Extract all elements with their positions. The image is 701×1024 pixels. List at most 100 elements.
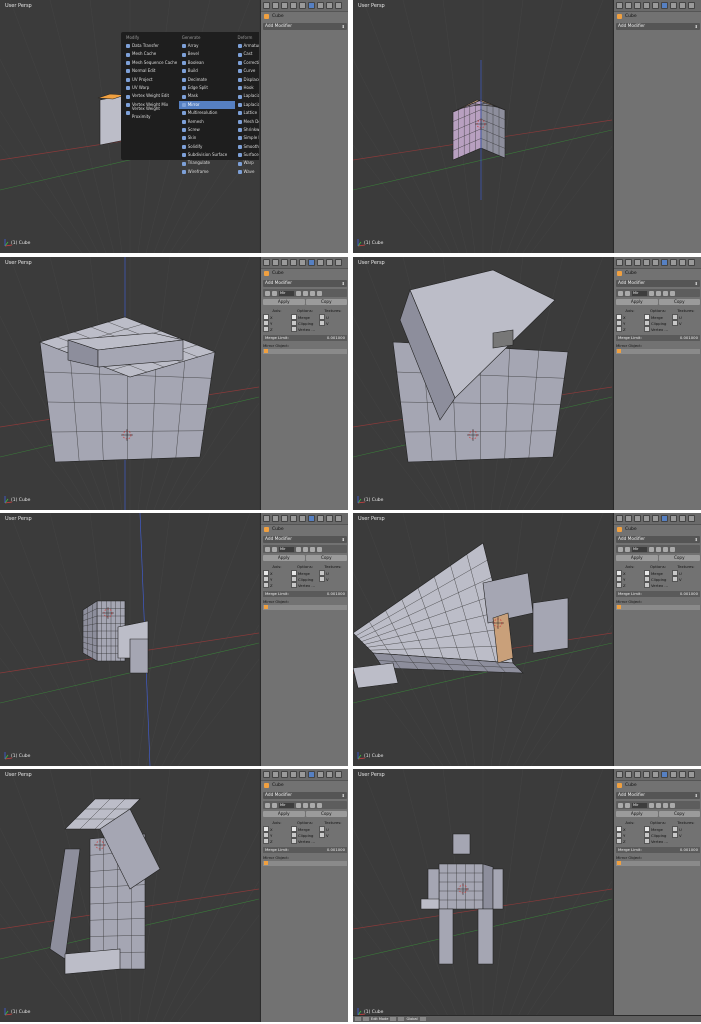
scene-tab-icon[interactable] — [272, 515, 279, 522]
material-tab-icon[interactable] — [326, 2, 333, 9]
copy-button[interactable]: Copy — [305, 555, 347, 561]
editmode-toggle-icon[interactable] — [310, 546, 315, 552]
modifier-name-field[interactable]: Mir — [279, 802, 294, 808]
menu-item[interactable]: Solidify — [179, 143, 235, 151]
mirror-object-field[interactable] — [263, 605, 347, 610]
viewport-scene[interactable] — [0, 769, 259, 1022]
scene-tab-icon[interactable] — [625, 771, 632, 778]
material-tab-icon[interactable] — [326, 771, 333, 778]
apply-button[interactable]: Apply — [263, 555, 305, 561]
add-modifier-dropdown[interactable]: Add Modifier — [616, 792, 700, 799]
render-toggle-icon[interactable] — [649, 546, 654, 552]
3d-viewport[interactable]: User Persp (1) Cube — [0, 257, 259, 510]
viewport-toggle-icon[interactable] — [303, 546, 308, 552]
menu-item[interactable]: Wireframe — [179, 168, 235, 176]
viewport-toggle-icon[interactable] — [656, 290, 661, 296]
3d-viewport[interactable]: User Persp (1) Cube — [353, 0, 612, 253]
add-modifier-dropdown[interactable]: Add Modifier — [616, 280, 700, 287]
vertex-groups-checkbox[interactable] — [644, 582, 650, 588]
editmode-toggle-icon[interactable] — [663, 290, 668, 296]
data-tab-icon[interactable] — [317, 515, 324, 522]
expand-icon[interactable] — [265, 546, 270, 552]
material-tab-icon[interactable] — [326, 259, 333, 266]
menu-item[interactable]: Subdivision Surface — [179, 151, 235, 159]
copy-button[interactable]: Copy — [305, 299, 347, 305]
world-tab-icon[interactable] — [634, 259, 641, 266]
menu-item[interactable]: Triangulate — [179, 159, 235, 167]
viewport-scene[interactable] — [353, 257, 612, 510]
copy-button[interactable]: Copy — [658, 299, 700, 305]
expand-icon[interactable] — [265, 802, 270, 808]
menu-item[interactable]: Surface Deform — [235, 151, 259, 159]
object-tab-icon[interactable] — [290, 515, 297, 522]
texture-tab-icon[interactable] — [688, 2, 695, 9]
constraints-tab-icon[interactable] — [652, 2, 659, 9]
axis-z-checkbox[interactable] — [263, 838, 269, 844]
menu-item[interactable]: Mesh Sequence Cache — [123, 59, 179, 67]
menu-item[interactable]: Boolean — [179, 59, 235, 67]
data-tab-icon[interactable] — [670, 2, 677, 9]
world-tab-icon[interactable] — [281, 771, 288, 778]
editmode-toggle-icon[interactable] — [310, 802, 315, 808]
modifier-name-field[interactable]: Mir — [632, 546, 647, 552]
menu-item[interactable]: Laplacian Smooth — [235, 92, 259, 100]
texture-tab-icon[interactable] — [688, 771, 695, 778]
menu-item[interactable]: Curve — [235, 67, 260, 75]
world-tab-icon[interactable] — [634, 771, 641, 778]
world-tab-icon[interactable] — [281, 259, 288, 266]
transform-orientation[interactable]: Global — [406, 1017, 417, 1021]
object-tab-icon[interactable] — [643, 2, 650, 9]
data-tab-icon[interactable] — [317, 2, 324, 9]
constraints-tab-icon[interactable] — [299, 2, 306, 9]
menu-item[interactable]: Mesh Deform — [235, 118, 259, 126]
viewport-toggle-icon[interactable] — [303, 802, 308, 808]
object-tab-icon[interactable] — [290, 2, 297, 9]
3d-viewport[interactable]: User Persp (1) Cube — [0, 513, 259, 766]
texture-tab-icon[interactable] — [335, 259, 342, 266]
menu-item[interactable]: Lattice — [235, 109, 260, 117]
viewport-toggle-icon[interactable] — [303, 290, 308, 296]
world-tab-icon[interactable] — [634, 515, 641, 522]
apply-button[interactable]: Apply — [263, 811, 305, 817]
scene-tab-icon[interactable] — [625, 259, 632, 266]
viewport-scene[interactable] — [353, 769, 612, 1022]
viewport-scene[interactable] — [353, 513, 612, 766]
vertex-groups-checkbox[interactable] — [644, 838, 650, 844]
render-tab-icon[interactable] — [263, 259, 270, 266]
texture-v-checkbox[interactable] — [319, 320, 325, 326]
menu-item[interactable]: Vertex Weight Edit — [123, 92, 179, 100]
close-icon[interactable] — [670, 290, 675, 296]
menu-item[interactable]: Hook — [235, 84, 260, 92]
apply-button[interactable]: Apply — [616, 811, 658, 817]
add-modifier-dropdown[interactable]: Add Modifier — [263, 536, 347, 543]
material-tab-icon[interactable] — [679, 515, 686, 522]
constraints-tab-icon[interactable] — [299, 515, 306, 522]
menu-item[interactable]: Edge Split — [179, 84, 235, 92]
texture-tab-icon[interactable] — [335, 515, 342, 522]
texture-v-checkbox[interactable] — [672, 576, 678, 582]
vertex-groups-checkbox[interactable] — [644, 326, 650, 332]
texture-v-checkbox[interactable] — [672, 320, 678, 326]
modifier-tab-icon[interactable] — [661, 515, 668, 522]
constraints-tab-icon[interactable] — [299, 259, 306, 266]
modifier-name-field[interactable]: Mir — [279, 290, 294, 296]
render-toggle-icon[interactable] — [296, 546, 301, 552]
select-menu[interactable] — [363, 1017, 369, 1021]
snap-icon[interactable] — [419, 1017, 426, 1021]
menu-item[interactable]: Data Transfer — [123, 42, 179, 50]
render-tab-icon[interactable] — [263, 2, 270, 9]
modifier-tab-icon[interactable] — [308, 259, 315, 266]
data-tab-icon[interactable] — [317, 771, 324, 778]
expand-icon[interactable] — [265, 290, 270, 296]
modifier-name-field[interactable]: Mir — [632, 802, 647, 808]
menu-item[interactable]: Displace — [235, 76, 259, 84]
menu-item[interactable]: Armature — [235, 42, 259, 50]
axis-z-checkbox[interactable] — [616, 838, 622, 844]
menu-item[interactable]: UV Warp — [123, 84, 179, 92]
menu-item[interactable]: Wave — [235, 168, 260, 176]
viewport-scene[interactable] — [0, 513, 259, 766]
menu-item[interactable]: Warp — [235, 159, 260, 167]
add-modifier-dropdown[interactable]: Add Modifier — [263, 792, 347, 799]
3d-viewport[interactable]: User Persp (1) Cube — [353, 513, 612, 766]
render-tab-icon[interactable] — [263, 515, 270, 522]
